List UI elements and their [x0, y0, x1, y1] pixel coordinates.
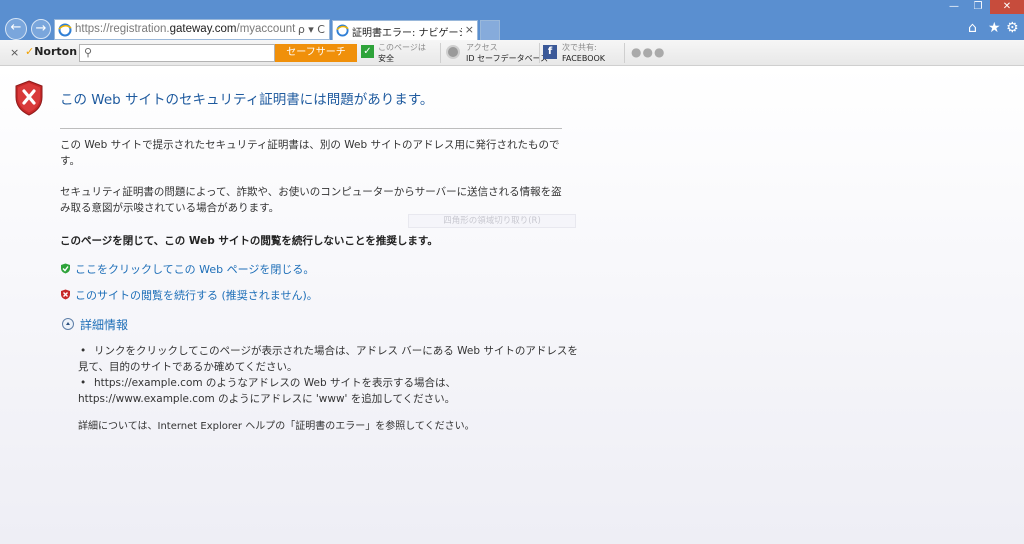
- browser-title-bar: ← → https://registration.gateway.com/mya…: [0, 0, 1024, 40]
- help-reference-text: 詳細については、Internet Explorer ヘルプの「証明書のエラー」を…: [78, 421, 475, 432]
- norton-check-icon: ✓: [25, 45, 35, 58]
- safe-check-icon: ✓: [361, 45, 374, 58]
- recommendation-text: このページを閉じて、この Web サイトの閲覧を続行しないことを推奨します。: [60, 235, 438, 247]
- search-icon: ⚲: [84, 46, 93, 59]
- close-page-link[interactable]: ここをクリックしてこの Web ページを閉じる。: [60, 261, 314, 277]
- forward-button[interactable]: →: [31, 19, 51, 39]
- title-divider: [60, 128, 562, 129]
- maximize-button[interactable]: ❐: [966, 0, 990, 14]
- collapse-chevron-icon: [62, 318, 74, 330]
- tab-certificate-error[interactable]: 証明書エラー: ナビゲーション... ×: [332, 20, 478, 40]
- back-button[interactable]: ←: [5, 18, 27, 40]
- home-icon[interactable]: ⌂: [968, 20, 977, 36]
- safe-search-button[interactable]: セーフサーチ: [275, 44, 357, 62]
- green-shield-check-icon: [61, 263, 70, 274]
- ie-logo-icon: [336, 24, 349, 37]
- continue-site-link[interactable]: このサイトの閲覧を続行する (推奨されません)。: [60, 287, 318, 303]
- more-options-icon[interactable]: ●●●: [631, 45, 665, 59]
- address-bar[interactable]: https://registration.gateway.com/myaccou…: [54, 19, 330, 40]
- favorites-star-icon[interactable]: ★: [988, 20, 1001, 36]
- tab-title: 証明書エラー: ナビゲーション...: [352, 28, 462, 39]
- identity-safe-item[interactable]: アクセス ID セーフデータベース: [466, 42, 548, 64]
- ie-logo-icon: [58, 23, 72, 37]
- certificate-mismatch-text: この Web サイトで提示されたセキュリティ証明書は、別の Web サイトのアド…: [60, 139, 560, 167]
- identity-safe-icon: [446, 45, 460, 59]
- error-shield-icon: [15, 80, 43, 116]
- tab-close-icon[interactable]: ×: [465, 23, 474, 36]
- minimize-button[interactable]: —: [942, 0, 966, 14]
- page-safe-status[interactable]: このページは 安全: [378, 42, 426, 64]
- norton-logo[interactable]: ✓Norton: [25, 45, 77, 58]
- security-warning-text: セキュリティ証明書の問題によって、詐欺や、お使いのコンピューターからサーバーに送…: [60, 186, 562, 214]
- more-info-list: リンクをクリックしてこのページが表示された場合は、アドレス バーにある Web …: [78, 343, 578, 407]
- list-item: リンクをクリックしてこのページが表示された場合は、アドレス バーにある Web …: [78, 343, 578, 375]
- norton-toolbar: × ✓Norton ⚲ セーフサーチ ✓ このページは 安全 アクセス ID セ…: [0, 40, 1024, 66]
- toolbar-divider: [440, 43, 441, 63]
- toolbar-close-icon[interactable]: ×: [10, 46, 19, 59]
- toolbar-divider: [539, 43, 540, 63]
- snipping-tooltip-ghost: 四角形の領域切り取り(R): [408, 214, 576, 228]
- address-url[interactable]: https://registration.gateway.com/myaccou…: [75, 23, 295, 35]
- list-item: https://example.com のようなアドレスの Web サイトを表示…: [78, 375, 578, 407]
- address-search-refresh-icons[interactable]: ρ ▾ C: [298, 23, 325, 36]
- red-shield-x-icon: [61, 289, 70, 300]
- facebook-icon: f: [543, 45, 557, 59]
- share-facebook-item[interactable]: 次で共有: FACEBOOK: [562, 42, 605, 64]
- gear-icon[interactable]: ⚙: [1006, 20, 1019, 36]
- close-window-button[interactable]: ✕: [990, 0, 1024, 14]
- toolbar-divider: [624, 43, 625, 63]
- norton-search-input[interactable]: ⚲: [79, 44, 275, 62]
- new-tab-button[interactable]: [480, 20, 500, 40]
- more-information-toggle[interactable]: 詳細情報: [62, 316, 128, 333]
- certificate-error-page: この Web サイトのセキュリティ証明書には問題があります。 この Web サイ…: [0, 66, 1024, 544]
- page-title: この Web サイトのセキュリティ証明書には問題があります。: [60, 92, 434, 108]
